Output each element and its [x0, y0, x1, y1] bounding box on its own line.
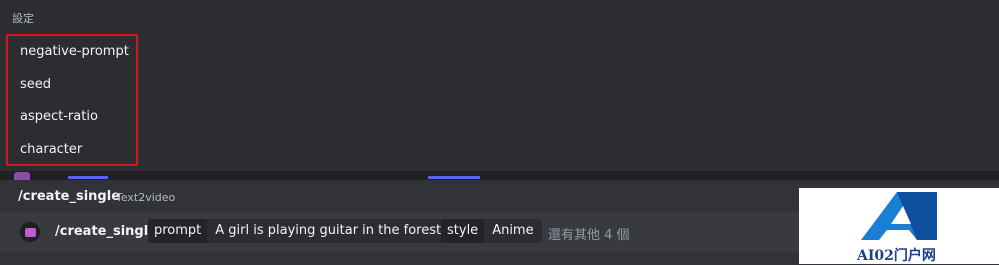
popup-title: 設定: [12, 12, 34, 25]
option-value[interactable]: Anime: [484, 219, 542, 243]
option-negative-prompt[interactable]: negative-prompt: [20, 44, 129, 59]
option-character[interactable]: character: [20, 142, 82, 157]
prompt-option[interactable]: prompt A girl is playing guitar in the f…: [148, 219, 450, 243]
message-preview-strip: [0, 171, 999, 180]
command-name: /create_single: [18, 189, 121, 204]
partial-element: [68, 176, 108, 179]
style-option[interactable]: style Anime: [441, 219, 542, 243]
option-value[interactable]: A girl is playing guitar in the forest: [207, 219, 450, 243]
input-command-name: /create_single: [55, 224, 158, 239]
bot-avatar-icon: [20, 222, 40, 242]
partial-avatar: [14, 172, 30, 180]
option-aspect-ratio[interactable]: aspect-ratio: [20, 109, 98, 124]
option-name: prompt: [148, 219, 208, 243]
option-name: style: [441, 219, 485, 243]
more-options-label[interactable]: 還有其他 4 個: [548, 224, 630, 243]
options-popup: 設定 negative-prompt seed aspect-ratio cha…: [0, 0, 999, 176]
watermark-text: AI02门户网: [857, 248, 936, 264]
partial-element: [428, 176, 480, 179]
watermark: AI02门户网: [799, 188, 999, 264]
option-seed[interactable]: seed: [20, 77, 51, 92]
command-description: Text2video: [116, 191, 176, 204]
highlighted-options-box: negative-prompt seed aspect-ratio charac…: [6, 34, 138, 166]
